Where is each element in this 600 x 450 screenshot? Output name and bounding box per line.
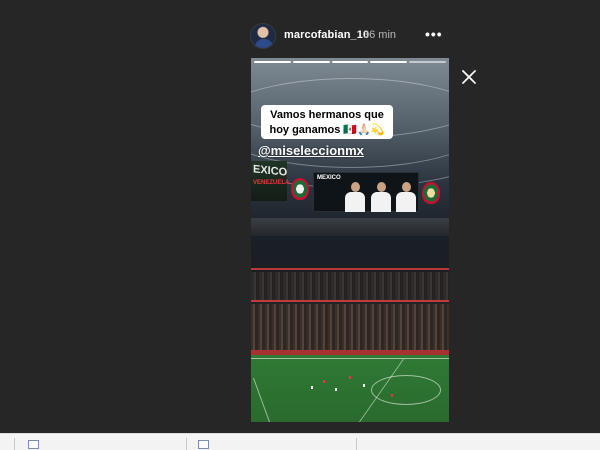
stands-ribbon xyxy=(251,300,449,302)
time-ago: 36 min xyxy=(363,29,397,41)
player-dot xyxy=(311,386,313,389)
stands-crowd xyxy=(251,304,449,352)
player-dot xyxy=(349,376,351,379)
caption-line: hoy ganamos 🇲🇽🙏🏻💫 xyxy=(269,124,385,136)
player-dot xyxy=(391,394,393,397)
stands-upper xyxy=(251,218,449,236)
taskbar xyxy=(0,433,600,450)
jumbotron-title: MEXICO xyxy=(317,175,341,181)
story-header: marcofabian_10 36 min ••• xyxy=(250,20,450,52)
jumbotron-side-subtext: VENEZUELA xyxy=(253,180,290,186)
jumbotron-main-screen: MEXICO xyxy=(313,172,419,212)
story-viewer: marcofabian_10 36 min ••• EXICO VENEZUEL… xyxy=(0,0,600,433)
center-circle xyxy=(371,375,441,405)
crest-icon xyxy=(422,182,440,204)
stands-ribbon xyxy=(251,268,449,270)
story-media[interactable]: EXICO VENEZUELA MEXICO Vamos hermanos qu… xyxy=(251,58,449,422)
username[interactable]: marcofabian_10 xyxy=(284,29,369,41)
taskbar-item[interactable] xyxy=(28,438,178,450)
taskbar-separator xyxy=(356,438,357,450)
jumbotron-side-text: EXICO xyxy=(253,163,288,179)
player-dot xyxy=(335,388,337,391)
taskbar-separator xyxy=(14,438,15,450)
document-icon xyxy=(28,440,39,449)
taskbar-separator xyxy=(186,438,187,450)
mention-sticker[interactable]: @miseleccionmx xyxy=(258,143,364,158)
stands-crowd xyxy=(251,272,449,302)
avatar[interactable] xyxy=(250,23,276,49)
player-dot xyxy=(323,380,325,383)
more-options-icon[interactable]: ••• xyxy=(425,26,443,42)
caption-line: Vamos hermanos que xyxy=(270,109,384,121)
pitch-line xyxy=(251,358,449,359)
taskbar-item[interactable] xyxy=(198,438,348,450)
story-caption: Vamos hermanos que hoy ganamos 🇲🇽🙏🏻💫 xyxy=(261,105,393,139)
crest-icon xyxy=(291,178,309,200)
player-image xyxy=(395,182,417,212)
close-icon[interactable] xyxy=(460,68,478,86)
jumbotron-side-screen: EXICO VENEZUELA xyxy=(251,161,290,201)
player-image xyxy=(370,182,392,212)
document-icon xyxy=(198,440,209,449)
player-dot xyxy=(363,384,365,387)
player-image xyxy=(344,182,366,212)
